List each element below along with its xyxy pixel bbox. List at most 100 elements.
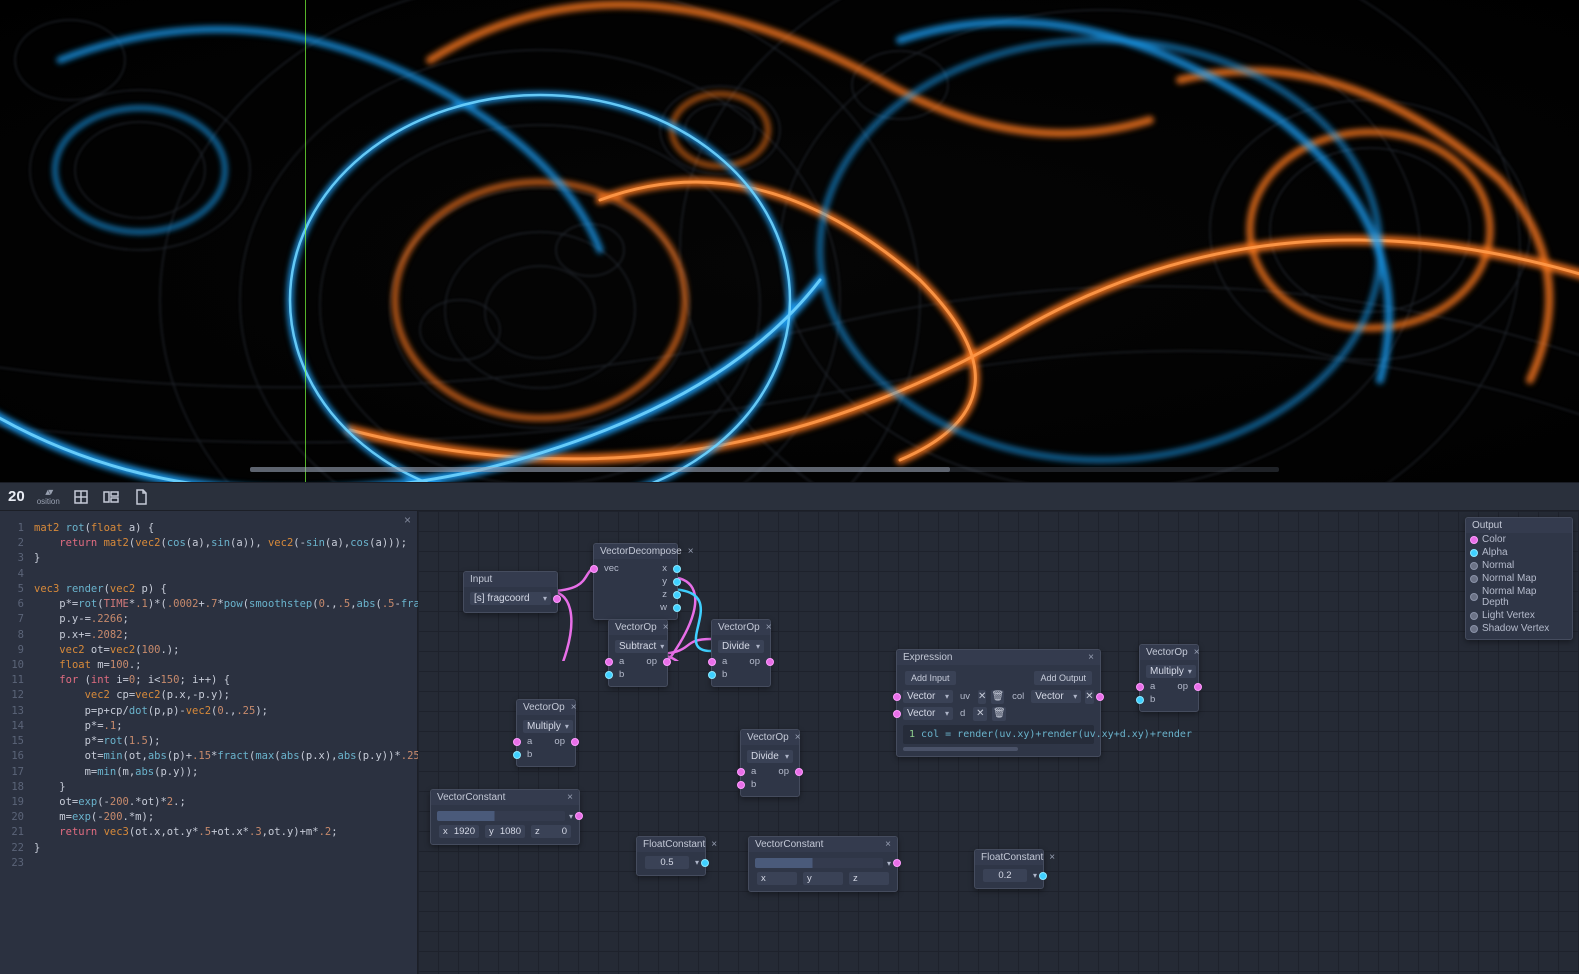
type-select[interactable]: Vector xyxy=(903,690,953,703)
close-icon[interactable]: × xyxy=(404,513,411,527)
code-line[interactable]: 7 p.y-=.2266; xyxy=(6,612,417,627)
port-out[interactable] xyxy=(663,658,671,666)
port-in[interactable] xyxy=(605,671,613,679)
close-icon[interactable]: × xyxy=(657,622,669,633)
file-icon[interactable] xyxy=(132,488,150,506)
port-in[interactable] xyxy=(513,751,521,759)
port-in[interactable] xyxy=(893,693,901,701)
render-viewport[interactable] xyxy=(0,0,1579,482)
close-icon[interactable]: × xyxy=(561,792,573,803)
port-in[interactable] xyxy=(1470,593,1478,601)
op-select[interactable]: Subtract xyxy=(615,640,668,653)
node-input[interactable]: Input [s] fragcoord xyxy=(463,571,558,613)
op-select[interactable]: Divide xyxy=(747,750,793,763)
port-out[interactable] xyxy=(1194,683,1202,691)
op-select[interactable]: Divide xyxy=(718,640,764,653)
close-icon[interactable]: × xyxy=(1043,852,1055,863)
code-line[interactable]: 17 m=min(m,abs(p.y)); xyxy=(6,765,417,780)
code-line[interactable]: 1mat2 rot(float a) { xyxy=(6,521,417,536)
op-select[interactable]: Multiply xyxy=(523,720,573,733)
code-line[interactable]: 3} xyxy=(6,551,417,566)
code-line[interactable]: 19 ot=exp(-200.*ot)*2.; xyxy=(6,795,417,810)
port-in[interactable] xyxy=(708,658,716,666)
close-icon[interactable]: × xyxy=(705,839,717,850)
code-line[interactable]: 20 m=exp(-200.*m); xyxy=(6,810,417,825)
float-input[interactable]: 0.5 xyxy=(645,856,689,869)
port-in[interactable] xyxy=(513,738,521,746)
port-in[interactable] xyxy=(1136,696,1144,704)
z-input[interactable]: z0 xyxy=(531,825,571,838)
viewport-scrollbar-thumb[interactable] xyxy=(250,467,950,472)
port-in[interactable] xyxy=(1470,536,1478,544)
port-out[interactable] xyxy=(1039,872,1047,880)
z-input[interactable]: z xyxy=(849,872,889,885)
port-in[interactable] xyxy=(1470,575,1478,583)
port-out[interactable] xyxy=(1096,693,1104,701)
code-line[interactable]: 4 xyxy=(6,567,417,582)
code-line[interactable]: 16 ot=min(ot,abs(p)+.15*fract(max(abs(p.… xyxy=(6,749,417,764)
delete-icon[interactable]: ✕ xyxy=(978,690,986,704)
type-select-out[interactable]: Vector xyxy=(1031,690,1081,703)
port-out[interactable] xyxy=(673,604,681,612)
code-line[interactable]: 2 return mat2(vec2(cos(a),sin(a)), vec2(… xyxy=(6,536,417,551)
port-in[interactable] xyxy=(1136,683,1144,691)
port-out[interactable] xyxy=(893,859,901,867)
trash-icon[interactable]: 🗑 xyxy=(992,707,1006,721)
code-line[interactable]: 14 p*=.1; xyxy=(6,719,417,734)
node-vectorop-multiply-2[interactable]: VectorOp× Multiply aop b xyxy=(1139,644,1199,712)
close-icon[interactable]: × xyxy=(565,702,577,713)
port-in[interactable] xyxy=(1470,549,1478,557)
vector-slider[interactable] xyxy=(437,811,565,821)
node-floatconstant-2[interactable]: FloatConstant× 0.2 xyxy=(974,849,1044,889)
code-line[interactable]: 11 for (int i=0; i<150; i++) { xyxy=(6,673,417,688)
port-in[interactable] xyxy=(1470,562,1478,570)
input-select[interactable]: [s] fragcoord xyxy=(470,592,551,605)
x-input[interactable]: x xyxy=(757,872,797,885)
code-line[interactable]: 22} xyxy=(6,841,417,856)
layout-icon[interactable] xyxy=(102,488,120,506)
node-expression[interactable]: Expression× Add Input Add Output Vector … xyxy=(896,649,1101,757)
port-out[interactable] xyxy=(701,859,709,867)
port-out[interactable] xyxy=(575,812,583,820)
node-vectorconstant[interactable]: VectorConstant× x1920 y1080 z0 xyxy=(430,789,580,845)
port-in[interactable] xyxy=(893,710,901,718)
code-line[interactable]: 5vec3 render(vec2 p) { xyxy=(6,582,417,597)
float-input[interactable]: 0.2 xyxy=(983,869,1027,882)
add-output-button[interactable]: Add Output xyxy=(1034,671,1092,685)
port-in[interactable] xyxy=(708,671,716,679)
close-icon[interactable]: × xyxy=(1082,652,1094,663)
code-line[interactable]: 9 vec2 ot=vec2(100.); xyxy=(6,643,417,658)
code-line[interactable]: 21 return vec3(ot.x,ot.y*.5+ot.x*.3,ot.y… xyxy=(6,825,417,840)
node-vectorconstant-2[interactable]: VectorConstant× x y z xyxy=(748,836,898,892)
code-line[interactable]: 6 p*=rot(TIME*.1)*(.0002+.7*pow(smoothst… xyxy=(6,597,417,612)
close-icon[interactable]: × xyxy=(879,839,891,850)
port-in[interactable] xyxy=(1470,612,1478,620)
close-icon[interactable]: × xyxy=(789,732,801,743)
node-vectorop-divide-2[interactable]: VectorOp× Divide aop b xyxy=(740,729,800,797)
code-line[interactable]: 23 xyxy=(6,856,417,871)
delete-icon[interactable]: ✕ xyxy=(973,707,987,721)
node-vectorop-divide[interactable]: VectorOp× Divide aop b xyxy=(711,619,771,687)
output-panel[interactable]: Output ColorAlphaNormalNormal MapNormal … xyxy=(1465,517,1573,640)
code-line[interactable]: 10 float m=100.; xyxy=(6,658,417,673)
port-in[interactable] xyxy=(590,565,598,573)
op-select[interactable]: Multiply xyxy=(1146,665,1196,678)
code-line[interactable]: 13 p=p+cp/dot(p,p)-vec2(0.,.25); xyxy=(6,704,417,719)
vector-slider[interactable] xyxy=(755,858,883,868)
code-line[interactable]: 18 } xyxy=(6,780,417,795)
code-line[interactable]: 12 vec2 cp=vec2(p.x,-p.y); xyxy=(6,688,417,703)
node-graph[interactable]: Input [s] fragcoord VectorDecompose× vec… xyxy=(418,511,1579,974)
port-out[interactable] xyxy=(673,565,681,573)
type-select[interactable]: Vector xyxy=(903,707,953,720)
port-out[interactable] xyxy=(673,578,681,586)
close-icon[interactable]: × xyxy=(1188,647,1200,658)
node-vectorop-subtract[interactable]: VectorOp× Subtract aop b xyxy=(608,619,668,687)
x-input[interactable]: x1920 xyxy=(439,825,479,838)
viewport-scrollbar[interactable] xyxy=(250,467,1279,472)
port-out[interactable] xyxy=(795,768,803,776)
node-floatconstant-1[interactable]: FloatConstant× 0.5 xyxy=(636,836,706,876)
port-in[interactable] xyxy=(605,658,613,666)
port-out[interactable] xyxy=(766,658,774,666)
code-line[interactable]: 8 p.x+=.2082; xyxy=(6,628,417,643)
trash-icon[interactable]: 🗑 xyxy=(991,690,1004,704)
